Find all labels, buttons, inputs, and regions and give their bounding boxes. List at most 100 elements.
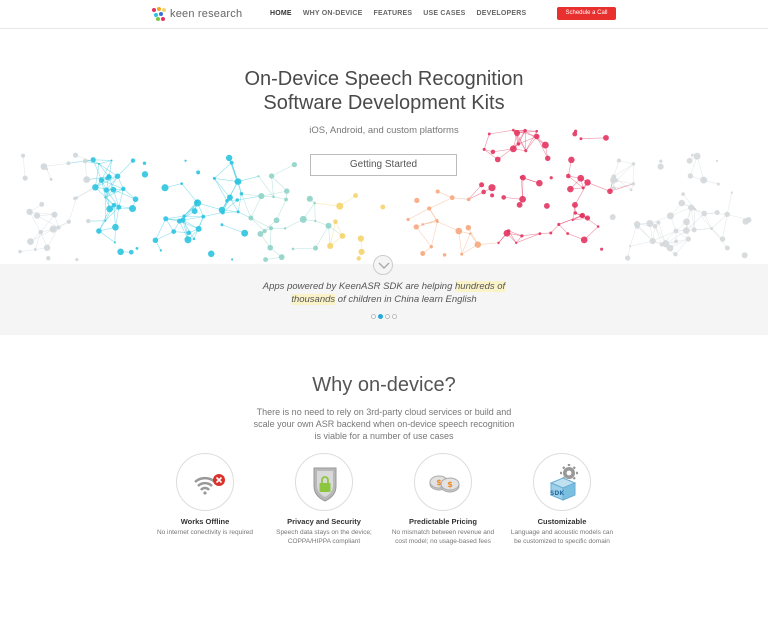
network-node <box>541 141 549 149</box>
network-link <box>430 221 438 247</box>
brand-name: keen research <box>170 8 243 20</box>
network-node <box>714 209 720 216</box>
network-node <box>313 201 316 205</box>
network-node <box>406 217 410 222</box>
network-node <box>90 157 96 163</box>
network-link <box>558 224 568 234</box>
network-node <box>220 210 225 215</box>
network-link <box>416 226 432 247</box>
network-node <box>678 199 685 207</box>
keen-logo-icon <box>152 7 166 21</box>
nav-features[interactable]: FEATURES <box>373 10 412 17</box>
network-link <box>98 230 116 243</box>
nav-developers[interactable]: DEVELOPERS <box>477 10 527 17</box>
scroll-down-button[interactable] <box>373 255 393 275</box>
feature-icon-circle <box>295 453 353 511</box>
network-node <box>212 176 216 180</box>
network-node <box>545 155 551 162</box>
network-node <box>567 185 574 193</box>
network-node <box>231 258 234 261</box>
network-node <box>516 142 521 146</box>
network-node <box>141 171 149 178</box>
network-node <box>268 226 274 231</box>
network-node <box>494 156 501 163</box>
network-node <box>283 227 287 230</box>
slider-dot[interactable] <box>385 314 390 319</box>
network-node <box>51 211 58 218</box>
slider-dot[interactable] <box>392 314 397 319</box>
network-link <box>461 233 471 255</box>
network-node <box>176 218 182 224</box>
network-node <box>272 195 275 199</box>
network-node <box>46 255 51 261</box>
network-node <box>116 204 122 210</box>
nav-home[interactable]: HOME <box>270 10 292 17</box>
network-node <box>690 153 694 157</box>
network-node <box>420 251 426 256</box>
network-node <box>207 250 215 258</box>
network-node <box>171 229 177 234</box>
network-link <box>613 163 634 178</box>
network-node <box>98 177 105 183</box>
network-node <box>128 249 134 255</box>
network-node <box>579 137 583 141</box>
network-node <box>536 179 543 187</box>
schedule-call-button[interactable]: Schedule a Call <box>557 7 616 20</box>
network-link <box>630 240 653 247</box>
network-node <box>503 229 511 237</box>
network-node <box>474 241 482 248</box>
network-node <box>234 179 240 185</box>
network-node <box>159 249 162 252</box>
network-node <box>460 252 464 256</box>
network-node <box>691 227 697 233</box>
network-node <box>66 219 71 224</box>
feature-icon-circle <box>176 453 234 511</box>
network-node <box>609 214 616 221</box>
network-node <box>629 188 633 192</box>
network-node <box>356 256 361 261</box>
network-node <box>121 186 126 192</box>
network-node <box>291 161 298 168</box>
network-node <box>631 162 636 166</box>
network-node <box>45 168 49 171</box>
network-node <box>248 215 254 221</box>
network-node <box>263 257 268 262</box>
nav-use-cases[interactable]: USE CASES <box>423 10 465 17</box>
nav-why-on-device[interactable]: WHY ON-DEVICE <box>303 10 363 17</box>
network-node <box>313 245 319 251</box>
network-node <box>72 152 79 158</box>
network-link <box>197 202 222 211</box>
network-link <box>468 191 484 200</box>
network-node <box>515 241 518 244</box>
network-link <box>452 197 469 200</box>
slider-dot[interactable] <box>371 314 376 319</box>
network-node <box>20 153 26 158</box>
network-node <box>520 234 524 238</box>
feature-privacy-security: Privacy and Security Speech data stays o… <box>272 453 376 546</box>
network-node <box>465 224 472 231</box>
network-link <box>539 232 551 234</box>
network-node <box>33 248 37 251</box>
network-node <box>414 197 420 203</box>
network-node <box>716 182 720 186</box>
getting-started-button[interactable]: Getting Started <box>310 154 457 176</box>
network-link <box>98 160 112 165</box>
network-node <box>180 182 184 185</box>
network-link <box>694 228 712 231</box>
feature-icon-circle: SDK <box>533 453 591 511</box>
network-node <box>429 245 433 249</box>
network-link <box>613 160 620 177</box>
network-node <box>566 232 570 236</box>
network-node <box>659 159 663 163</box>
brand-logo[interactable]: keen research <box>152 7 242 21</box>
network-link <box>696 156 704 181</box>
network-link <box>458 230 462 255</box>
slider-dots <box>371 314 397 319</box>
slider-dot-active[interactable] <box>378 314 383 319</box>
network-node <box>117 248 124 256</box>
network-link <box>46 169 52 180</box>
network-link <box>437 221 459 232</box>
svg-text:$: $ <box>447 480 453 489</box>
network-node <box>436 220 439 223</box>
network-node <box>497 241 500 245</box>
